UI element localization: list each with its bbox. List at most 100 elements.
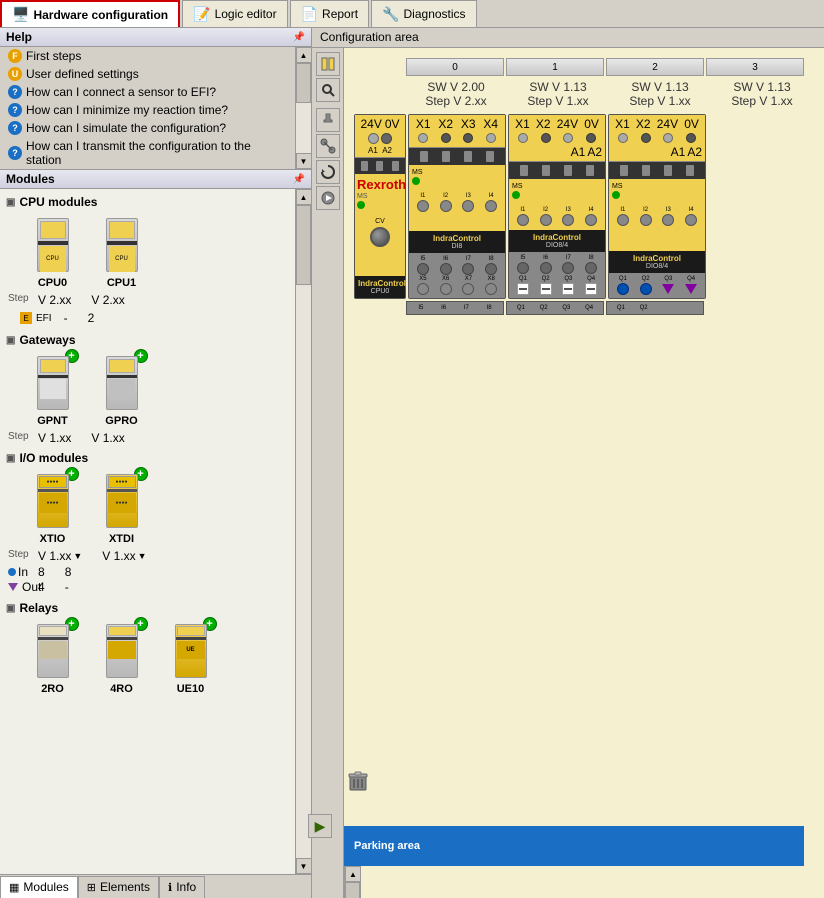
dio1-ms-led [512, 191, 520, 199]
module-item-4ro[interactable]: + 4RO [89, 621, 154, 695]
tab-report[interactable]: 📄 Report [290, 0, 369, 27]
help-scrollbar[interactable]: ▲ ▼ [295, 47, 311, 169]
mod-scroll-track [296, 205, 311, 858]
toolbar-btn-rotate[interactable] [316, 160, 340, 184]
modules-title: Modules [6, 172, 55, 186]
dio2-i4-lbl: I4 [680, 207, 702, 213]
help-item-reaction-time[interactable]: ? How can I minimize my reaction time? [0, 101, 295, 119]
help-item-connect-sensor[interactable]: ? How can I connect a sensor to EFI? [0, 83, 295, 101]
dio1-t1 [518, 133, 528, 143]
tab-logic-label: Logic editor [215, 7, 277, 21]
help-scroll-area: F First steps U User defined settings ? … [0, 47, 311, 169]
bottom-tab-modules[interactable]: ▦ Modules [0, 876, 78, 898]
rexroth-logo: Rexroth [357, 178, 403, 191]
dio2-a2-lbl: A2 [687, 145, 702, 159]
di8-i5-screw [417, 263, 429, 275]
bottom-tab-elements[interactable]: ⊞ Elements [78, 876, 159, 898]
help-item-simulate[interactable]: ? How can I simulate the configuration? [0, 119, 295, 137]
bottom-modules-label: Modules [23, 880, 68, 894]
cpu-module-visual[interactable]: 24V 0V A1 A2 [354, 114, 406, 299]
relays-expand-icon: ▣ [6, 603, 15, 614]
hw-icon: 🖥️ [12, 6, 29, 23]
tab-diagnostics[interactable]: 🔧 Diagnostics [371, 0, 476, 27]
scroll-down-btn[interactable]: ▼ [296, 153, 312, 169]
modules-pin[interactable]: 📌 [293, 174, 305, 185]
di8-x6-screw [440, 283, 452, 295]
right-scrollbar[interactable]: ▲ ▼ [344, 866, 360, 898]
cpu-cv-section: CV [357, 218, 403, 247]
cpu-step-values: V 2.xx V 2.xx [38, 293, 125, 307]
dio2-i1-screw [617, 214, 629, 226]
toolbar-btn-hand[interactable] [316, 108, 340, 132]
modules-content: ▣ CPU modules CPU [0, 189, 311, 874]
cpu1-body: CPU [106, 218, 138, 272]
di8-t1 [418, 133, 428, 143]
dio84-1-module-visual[interactable]: X1X2 24V0V A1 [508, 114, 606, 299]
toolbar-btn-zoom[interactable] [316, 78, 340, 102]
relays-header[interactable]: ▣ Relays [0, 599, 295, 617]
io-expand-icon: ▣ [6, 453, 15, 464]
di8-bottom-extra: I5 I6 I7 I8 [406, 301, 504, 315]
tab-hardware-configuration[interactable]: 🖥️ Hardware configuration [0, 0, 180, 27]
modules-scrollbar[interactable]: ▲ ▼ [295, 189, 311, 874]
di8-i7-screw [462, 263, 474, 275]
toolbar-btn-play[interactable] [316, 186, 340, 210]
module-item-cpu0[interactable]: CPU CPU0 [20, 215, 85, 289]
scroll-up-btn[interactable]: ▲ [296, 47, 312, 63]
dio84-2-module-visual[interactable]: X1X2 24V0V A1 [608, 114, 706, 299]
module-item-ue10[interactable]: + UE UE10 [158, 621, 223, 695]
dio2-t3 [663, 133, 673, 143]
nav-arrow-right[interactable]: ▶ [308, 814, 311, 838]
config-canvas-wrapper: 0 1 2 3 SW V 2.00 Step V 2.xx SW V 1.13 [344, 48, 824, 898]
diag-icon: 🔧 [382, 6, 399, 23]
module-item-xtio[interactable]: + ●●●● ●●●● XTIO [20, 471, 85, 545]
di8-module-visual[interactable]: X1 X2 X3 X4 [408, 114, 506, 299]
relays-module-grid: + 2RO [0, 617, 295, 699]
tab-logic-editor[interactable]: 📝 Logic editor [182, 0, 287, 27]
mod-scroll-up-btn[interactable]: ▲ [296, 189, 312, 205]
help-item-first-steps[interactable]: F First steps [0, 47, 295, 65]
help-item-user-settings[interactable]: U User defined settings [0, 65, 295, 83]
cpu-cv-knob [370, 227, 390, 247]
module-item-2ro[interactable]: + 2RO [20, 621, 85, 695]
io-modules-header[interactable]: ▣ I/O modules [0, 449, 295, 467]
gw-step-values: V 1.xx V 1.xx [38, 431, 125, 445]
delete-button[interactable] [344, 768, 372, 796]
config-inner: 0 1 2 3 SW V 2.00 Step V 2.xx SW V 1.13 [312, 48, 824, 898]
dio1-i8-s [585, 262, 597, 274]
right-scroll-up[interactable]: ▲ [345, 866, 361, 882]
module-item-xtdi[interactable]: + ●●●● ●●●● XTDI [89, 471, 154, 545]
efi-row: E EFI - 2 [0, 309, 295, 327]
mod-scroll-thumb[interactable] [296, 205, 311, 285]
bottom-tab-info[interactable]: ℹ Info [159, 876, 205, 898]
cpu-rexroth-section: Rexroth MS CV [355, 174, 405, 276]
dio1-i6: I6 [535, 255, 557, 261]
config-canvas[interactable]: 0 1 2 3 SW V 2.00 Step V 2.xx SW V 1.13 [344, 48, 824, 866]
slot-1: 1 [506, 58, 604, 76]
tab-bar: 🖥️ Hardware configuration 📝 Logic editor… [0, 0, 824, 28]
right-scroll-thumb[interactable] [345, 882, 360, 898]
dio2-q4-tri [685, 283, 697, 295]
di8-top-section: X1 X2 X3 X4 [409, 115, 505, 148]
help-pin[interactable]: 📌 [293, 32, 305, 43]
scroll-thumb[interactable] [296, 63, 311, 103]
dio1-ex-q1: Q1 [510, 305, 532, 311]
relays-group: ▣ Relays + [0, 599, 295, 699]
di8-i1-screw [417, 200, 429, 212]
xtio-label: XTIO [40, 533, 66, 545]
gateways-group: ▣ Gateways + [0, 331, 295, 445]
toolbar-btn-select[interactable] [316, 52, 340, 76]
gateways-header[interactable]: ▣ Gateways [0, 331, 295, 349]
mod-scroll-down-btn[interactable]: ▼ [296, 858, 312, 874]
cpu-modules-header[interactable]: ▣ CPU modules [0, 193, 295, 211]
module-item-gpnt[interactable]: + GPNT [20, 353, 85, 427]
help-item-transmit[interactable]: ? How can I transmit the configuration t… [0, 137, 295, 169]
xtio-step-dropdown[interactable]: ▼ [73, 551, 82, 561]
toolbar-btn-connect[interactable] [316, 134, 340, 158]
dio2-i4-screw [685, 214, 697, 226]
in-text: In [18, 565, 28, 579]
xtdi-step-dropdown[interactable]: ▼ [138, 551, 147, 561]
modules-visual-row: 24V 0V A1 A2 [354, 114, 814, 299]
module-item-cpu1[interactable]: CPU CPU1 [89, 215, 154, 289]
module-item-gpro[interactable]: + GPRO [89, 353, 154, 427]
